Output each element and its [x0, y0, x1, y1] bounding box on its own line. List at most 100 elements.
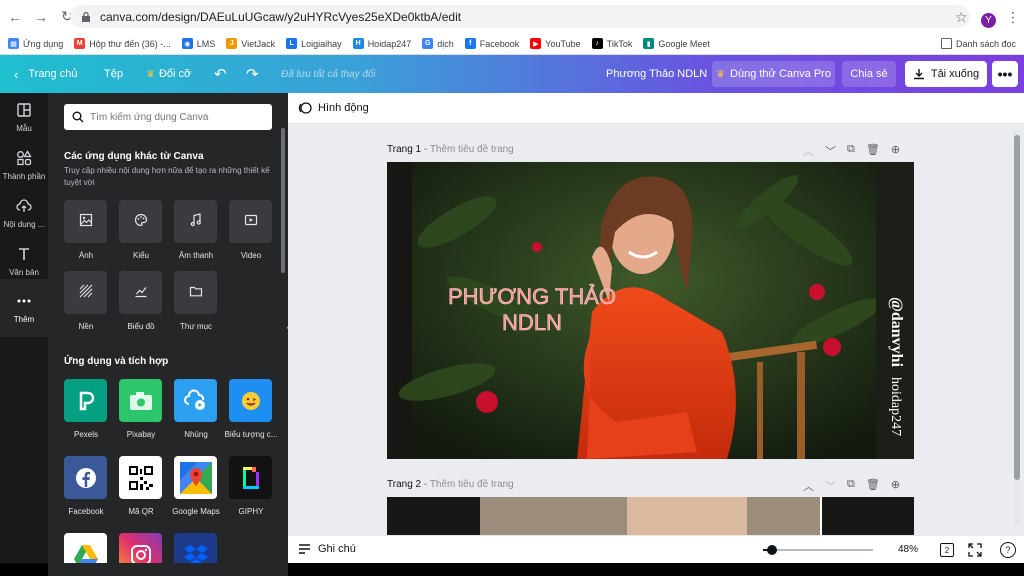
file-menu[interactable]: Tệp — [104, 55, 123, 93]
bookmark-8[interactable]: ▶ YouTube — [530, 38, 581, 49]
rail-item-4[interactable]: Thêm — [0, 279, 48, 337]
page-1-title-input[interactable]: Thêm tiêu đề trang — [430, 144, 514, 155]
share-button[interactable]: Chia sẻ — [842, 61, 896, 87]
add-page-icon[interactable]: ⊕ — [891, 478, 900, 494]
app-tile-5[interactable] — [119, 456, 162, 499]
search-input[interactable] — [90, 111, 260, 123]
bookmark-1[interactable]: M Hộp thư đến (36) -... — [74, 38, 171, 49]
fullscreen-icon[interactable] — [968, 543, 982, 557]
move-up-icon[interactable]: ︿ — [803, 478, 814, 494]
page-1-side-site[interactable]: hoidap247 — [888, 377, 903, 436]
page-count-button[interactable]: 2 — [940, 543, 954, 557]
crown-icon: ♛ — [716, 68, 726, 80]
bookmark-label: Loigiaihay — [301, 38, 342, 49]
app-label: Facebook — [68, 507, 104, 516]
rail-item-label: Văn bản — [9, 267, 39, 277]
page-1-headline-line2[interactable]: NDLN — [502, 310, 563, 336]
app-tile-3[interactable] — [229, 379, 272, 422]
left-rail: Mẫu Thành phần Nội dung ... Văn bản Thêm — [0, 93, 48, 576]
redo-icon[interactable]: ↷ — [246, 55, 259, 93]
download-label: Tải xuống — [930, 68, 980, 80]
tool-tile-4[interactable] — [64, 271, 107, 314]
browser-menu-icon[interactable]: ⋮ — [1006, 9, 1020, 26]
tool-tile-6[interactable] — [174, 271, 217, 314]
duplicate-icon[interactable]: ⧉ — [847, 143, 855, 159]
tool-label: Ảnh — [78, 251, 94, 260]
app-label: Mã QR — [128, 507, 154, 516]
canvas-scrollbar[interactable] — [1014, 130, 1020, 525]
delete-icon[interactable]: 🗑 — [866, 478, 880, 494]
bookmark-5[interactable]: H Hoidap247 — [352, 38, 411, 49]
profile-avatar[interactable]: Y — [981, 13, 996, 28]
bookmark-favicon-icon: ♪ — [591, 38, 603, 49]
notes-button[interactable]: Ghi chú — [298, 543, 356, 555]
panel-scrollbar[interactable] — [281, 128, 285, 273]
add-page-icon[interactable]: ⊕ — [891, 143, 900, 159]
app-tile-6[interactable] — [174, 456, 217, 499]
download-button[interactable]: Tải xuống — [905, 61, 987, 87]
tool-tile-0[interactable] — [64, 200, 107, 243]
page-2-canvas[interactable] — [387, 497, 914, 535]
page-1-side-name[interactable]: @danvyhi — [888, 297, 905, 368]
video-icon — [244, 213, 258, 230]
canvas-scrollbar-thumb[interactable] — [1014, 135, 1020, 480]
bookmark-9[interactable]: ♪ TikTok — [591, 38, 632, 49]
bookmark-4[interactable]: L Loigiaihay — [286, 38, 342, 49]
move-up-icon[interactable]: ︿ — [803, 143, 814, 159]
reading-list-button[interactable]: Danh sách đọc — [940, 38, 1016, 49]
rail-item-1[interactable]: Thành phần — [0, 141, 48, 189]
app-tile-7[interactable] — [229, 456, 272, 499]
bookmark-6[interactable]: Gdịch — [422, 38, 454, 49]
address-bar[interactable]: canva.com/design/DAEuLuUGcaw/y2uHYRcVyes… — [70, 5, 970, 28]
tool-tile-2[interactable] — [174, 200, 217, 243]
upload-cloud-icon — [16, 198, 32, 220]
app-tile-4[interactable] — [64, 456, 107, 499]
tool-tile-1[interactable] — [119, 200, 162, 243]
bookmark-favicon-icon: ▮ — [643, 38, 655, 49]
page-2-title-input[interactable]: Thêm tiêu đề trang — [430, 479, 514, 490]
app-tile-2[interactable] — [174, 379, 217, 422]
section-title-more-apps: Các ứng dụng khác từ Canva — [64, 151, 204, 162]
tool-label: Video — [240, 251, 262, 260]
more-options-button[interactable]: ••• — [992, 61, 1018, 87]
help-button[interactable]: ? — [1000, 542, 1016, 558]
search-box[interactable] — [64, 104, 272, 130]
bookmark-label: Hộp thư đến (36) -... — [89, 38, 171, 49]
page-1-tools: ︿ ﹀ ⧉ 🗑 ⊕ — [803, 143, 900, 159]
zoom-level[interactable]: 48% — [898, 544, 918, 555]
forward-icon[interactable]: → — [30, 6, 52, 28]
tool-tile-5[interactable] — [119, 271, 162, 314]
move-down-icon[interactable]: ﹀ — [825, 478, 836, 494]
back-icon[interactable]: ← — [4, 6, 26, 28]
show-pages-chevron-icon[interactable]: ︿ — [656, 526, 666, 535]
bookmark-7[interactable]: f Facebook — [464, 38, 519, 49]
rail-item-2[interactable]: Nội dung ... — [0, 189, 48, 237]
page-1-canvas[interactable]: PHƯƠNG THẢO NDLN @danvyhi hoidap247 — [387, 162, 914, 459]
editor-footer: Ghi chú 48% 2 ? — [288, 535, 1024, 563]
resize-button[interactable]: ♛ Đổi cỡ — [146, 55, 191, 93]
app-tile-0[interactable] — [64, 379, 107, 422]
bookmark-0[interactable]: ▦ Ứng dụng — [8, 38, 63, 49]
bookmark-favicon-icon: H — [352, 38, 364, 49]
home-link[interactable]: ‹ Trang chủ — [14, 55, 77, 93]
animate-button[interactable]: Hình động — [318, 102, 369, 114]
bookmark-10[interactable]: ▮ Google Meet — [643, 38, 710, 49]
document-title[interactable]: Phương Thảo NDLN — [606, 55, 707, 93]
tool-label: Thư mục — [179, 322, 213, 331]
move-down-icon[interactable]: ﹀ — [825, 143, 836, 159]
rail-item-3[interactable]: Văn bản — [0, 237, 48, 285]
delete-icon[interactable]: 🗑 — [866, 143, 880, 159]
try-pro-button[interactable]: ♛ Dùng thử Canva Pro — [712, 61, 835, 87]
zoom-slider-knob[interactable] — [766, 545, 777, 555]
undo-icon[interactable]: ↶ — [214, 55, 227, 93]
zoom-slider[interactable] — [763, 545, 873, 555]
page-1-headline-line1[interactable]: PHƯƠNG THẢO — [448, 284, 617, 310]
rail-item-0[interactable]: Mẫu — [0, 93, 48, 141]
bookmark-3[interactable]: J VietJack — [226, 38, 275, 49]
app-tile-1[interactable] — [119, 379, 162, 422]
tool-tile-3[interactable] — [229, 200, 272, 243]
bookmark-star-icon[interactable]: ☆ — [955, 9, 968, 26]
bookmark-2[interactable]: ◉ LMS — [181, 38, 215, 49]
layout-icon — [16, 102, 32, 124]
duplicate-icon[interactable]: ⧉ — [847, 478, 855, 494]
